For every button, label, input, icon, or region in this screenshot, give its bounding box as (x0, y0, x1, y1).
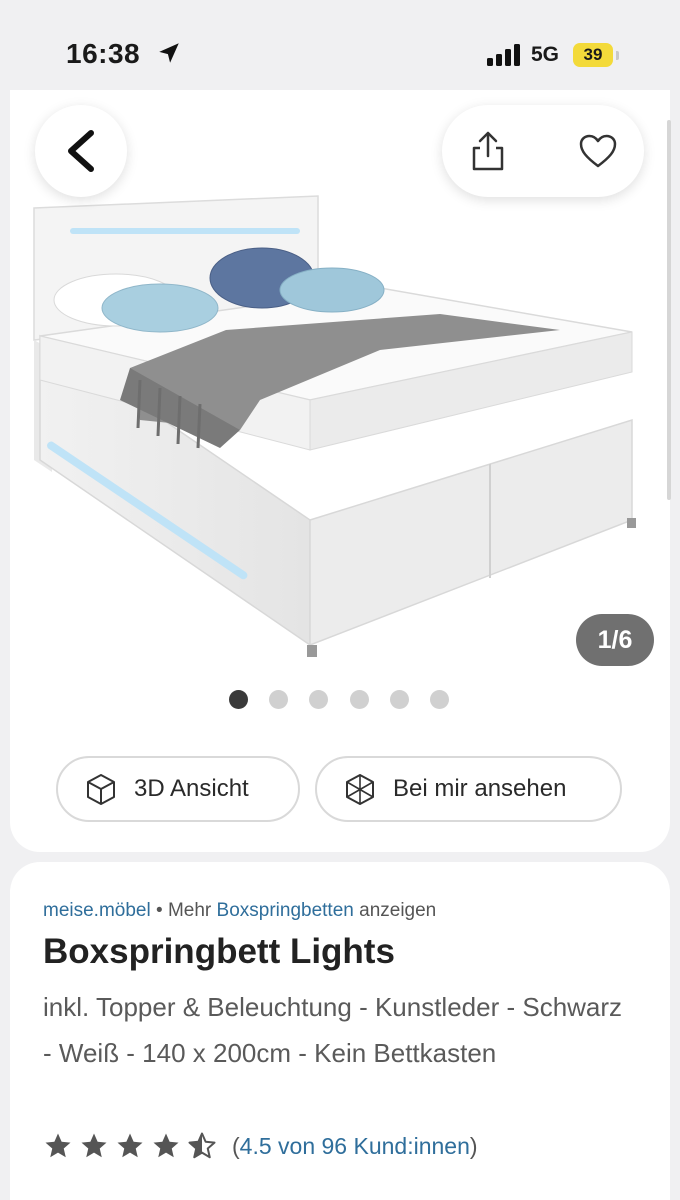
meta-separator: • (156, 900, 163, 921)
rating-text[interactable]: (4.5 von 96 Kund:innen) (232, 1133, 478, 1160)
product-description: inkl. Topper & Beleuchtung - Kunstleder … (43, 992, 623, 1068)
3d-view-label: 3D Ansicht (134, 775, 249, 802)
battery-nub (616, 51, 619, 60)
brand-link[interactable]: meise.möbel (43, 900, 151, 921)
back-arrow-icon (68, 130, 94, 172)
star-icon (117, 1133, 143, 1158)
favorite-button[interactable] (572, 127, 624, 175)
pagination-dot[interactable] (430, 690, 449, 709)
product-rating[interactable]: (4.5 von 96 Kund:innen) (42, 1130, 478, 1162)
star-icon (45, 1133, 71, 1158)
pagination-dot[interactable] (269, 690, 288, 709)
category-link[interactable]: Boxspringbetten (217, 900, 354, 921)
pagination-dot[interactable] (229, 690, 248, 709)
battery-indicator: 39 (573, 43, 613, 67)
star-icon (81, 1133, 107, 1158)
clock: 16:38 (66, 38, 141, 69)
scrollbar[interactable] (667, 120, 671, 500)
location-arrow-icon (159, 43, 179, 63)
network-type: 5G (531, 43, 560, 66)
product-title: Boxspringbett Lights (43, 932, 395, 971)
image-counter: 1/6 (576, 614, 654, 666)
product-meta: meise.möbel • Mehr Boxspringbetten anzei… (43, 900, 436, 922)
status-bar: 16:38 5G 39 (0, 0, 680, 100)
pagination-dot[interactable] (390, 690, 409, 709)
ar-view-button[interactable]: Bei mir ansehen (315, 756, 622, 822)
cube-icon (86, 773, 116, 805)
ar-view-label: Bei mir ansehen (393, 775, 567, 802)
share-icon (472, 131, 504, 171)
rating-close-paren: ) (469, 1132, 478, 1159)
more-suffix: anzeigen (359, 900, 437, 921)
back-button[interactable] (35, 105, 127, 197)
rating-open-paren: ( (232, 1132, 240, 1159)
share-button[interactable] (462, 127, 514, 175)
heart-icon (579, 134, 617, 168)
pagination-dot[interactable] (309, 690, 328, 709)
share-favorite-pill (442, 105, 644, 197)
more-prefix: Mehr (167, 900, 212, 921)
star-icon (153, 1133, 179, 1158)
3d-view-button[interactable]: 3D Ansicht (56, 756, 300, 822)
ar-cube-icon (345, 773, 375, 805)
signal-icon (487, 44, 520, 66)
pagination-dot[interactable] (350, 690, 369, 709)
half-star-icon (188, 1132, 216, 1159)
rating-link[interactable]: 4.5 von 96 Kund:innen (240, 1133, 470, 1159)
